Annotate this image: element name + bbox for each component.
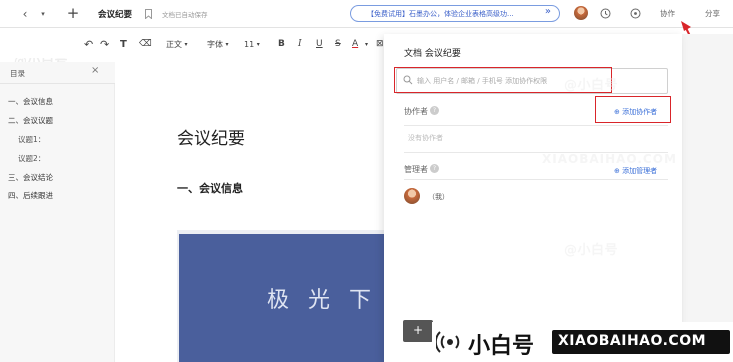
divider	[404, 152, 668, 153]
managers-label: 管理者	[404, 165, 428, 174]
paragraph-style-select[interactable]: 正文 ▾	[166, 30, 188, 58]
chevron-down-icon: ▾	[225, 40, 229, 48]
outline-header: 目录 ×	[0, 62, 115, 84]
compass-icon[interactable]	[629, 7, 641, 19]
document-canvas[interactable]: 会议纪要 一、会议信息 极 光 下	[115, 62, 385, 362]
brand-name: 小白号	[468, 334, 535, 359]
outline-title: 目录	[10, 69, 25, 78]
right-strip	[682, 34, 733, 362]
italic-icon[interactable]: I	[298, 30, 302, 58]
broadcast-icon	[434, 328, 464, 356]
owner-avatar	[404, 188, 420, 204]
autosave-status: 文档已自动保存	[162, 11, 208, 19]
font-select[interactable]: 字体 ▾	[207, 30, 229, 58]
undo-icon[interactable]: ↶	[84, 30, 93, 58]
watermark-brand: @小白号	[564, 243, 619, 258]
paragraph-style-label: 正文	[166, 39, 182, 49]
text-color-icon[interactable]: A	[352, 30, 358, 58]
eraser-icon[interactable]: ⌫	[139, 30, 152, 58]
watermark-site: XIAOBAIHAO.COM	[542, 152, 677, 166]
chevron-down-icon: ▾	[256, 40, 260, 48]
document-title: 会议纪要	[177, 129, 245, 149]
bookmark-icon[interactable]	[144, 8, 152, 19]
help-icon[interactable]: ?	[430, 164, 439, 173]
format-painter-icon[interactable]: T	[120, 30, 127, 58]
doc-title[interactable]: 会议纪要	[98, 8, 132, 20]
outline-item[interactable]: 四、后续跟进	[8, 190, 53, 201]
chevron-down-icon: ▾	[184, 40, 188, 48]
close-icon[interactable]: ×	[91, 65, 99, 76]
promo-banner[interactable]: 【免费试用】石墨办公，体验企业表格高级功... »	[350, 5, 560, 22]
plus-circle-icon: ⊕	[614, 167, 623, 175]
brand-site: XIAOBAIHAO.COM	[558, 333, 707, 349]
section-heading: 一、会议信息	[177, 182, 243, 195]
bold-icon[interactable]: B	[278, 30, 285, 58]
font-size-value: 11	[244, 39, 255, 49]
brand-watermark-bar: 小白号 XIAOBAIHAO.COM	[432, 322, 733, 362]
chevron-down-icon[interactable]: ▾	[38, 7, 48, 21]
font-size-select[interactable]: 11 ▾	[244, 30, 260, 58]
avatar[interactable]	[574, 6, 588, 20]
format-toolbar: ↶ ↷ T ⌫ 正文 ▾ 字体 ▾ 11 ▾ B I U S A ▾ ⊠	[0, 30, 400, 58]
outline-sidebar: 目录 × 一、会议信息 二、会议议题 议题1： 议题2： 三、会议结论 四、后续…	[0, 62, 115, 362]
divider	[404, 125, 668, 126]
highlight-box-add	[595, 96, 671, 123]
underline-icon[interactable]: U	[316, 30, 323, 58]
promo-text: 【免费试用】石墨办公，体验企业表格高级功...	[367, 10, 514, 18]
redo-icon[interactable]: ↷	[100, 30, 109, 58]
image-frame: 极 光 下	[177, 230, 385, 362]
outline-item[interactable]: 议题1：	[18, 134, 45, 145]
embedded-image[interactable]: 极 光 下	[179, 234, 385, 362]
add-manager-label: 添加管理者	[622, 167, 658, 175]
double-chevron-icon: »	[544, 6, 551, 17]
outline-item[interactable]: 议题2：	[18, 153, 45, 164]
new-doc-icon[interactable]: +	[66, 4, 80, 22]
outline-item[interactable]: 三、会议结论	[8, 172, 53, 183]
collaboration-panel: 文档 会议纪要 输入 用户名 / 邮箱 / 手机号 添加协作权限 协作者 ? ⊕…	[384, 34, 682, 362]
floating-add-button[interactable]: +	[403, 320, 433, 342]
back-icon[interactable]: ‹	[18, 7, 32, 21]
help-icon[interactable]: ?	[430, 106, 439, 115]
outline-item[interactable]: 一、会议信息	[8, 96, 53, 107]
image-caption-text: 极 光 下	[267, 288, 377, 313]
strikethrough-icon[interactable]: S	[335, 30, 341, 58]
panel-title: 文档 会议纪要	[404, 49, 461, 59]
divider	[404, 179, 668, 180]
highlight-icon[interactable]: ⊠	[376, 30, 384, 58]
highlight-box-search	[394, 67, 612, 93]
outline-item[interactable]: 二、会议议题	[8, 115, 53, 126]
history-icon[interactable]	[599, 7, 611, 19]
owner-label: （我）	[428, 193, 449, 201]
chevron-down-icon[interactable]: ▾	[365, 30, 368, 58]
add-manager-button[interactable]: ⊕ 添加管理者	[614, 165, 657, 176]
brand-site-badge: XIAOBAIHAO.COM	[552, 330, 730, 354]
font-label: 字体	[207, 39, 223, 49]
collaborators-label: 协作者	[404, 107, 428, 116]
top-bar: ‹ ▾ + 会议纪要 文档已自动保存 【免费试用】石墨办公，体验企业表格高级功.…	[0, 0, 733, 28]
no-collaborators-text: 没有协作者	[408, 134, 443, 142]
